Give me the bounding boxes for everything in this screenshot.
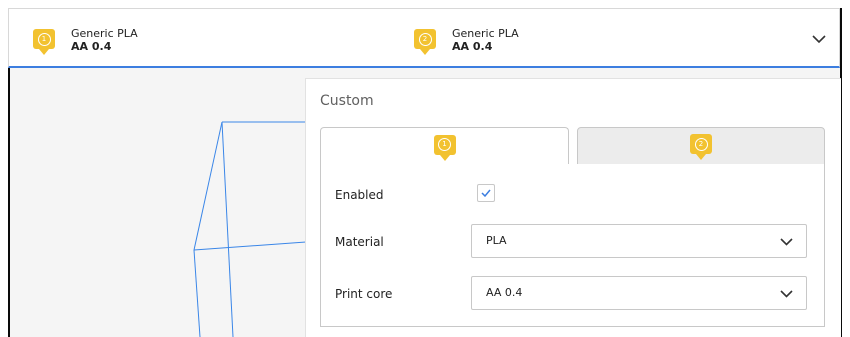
extruder-settings-body: Enabled Material PLA Print core AA 0.4 bbox=[320, 164, 825, 327]
panel-title: Custom bbox=[320, 93, 374, 109]
extruder-2-summary[interactable]: 2 Generic PLA AA 0.4 bbox=[414, 27, 519, 55]
tab-extruder-2[interactable]: 2 bbox=[577, 127, 825, 165]
chevron-down-icon bbox=[778, 234, 794, 250]
configuration-panel: Custom 1 2 Enabled Material PLA Print co… bbox=[305, 78, 841, 337]
extruder-2-core: AA 0.4 bbox=[452, 40, 493, 53]
extruder-1-core: AA 0.4 bbox=[71, 40, 112, 53]
extruder-2-material: Generic PLA bbox=[452, 27, 519, 40]
build-volume-viewport[interactable] bbox=[10, 70, 306, 337]
material-select[interactable]: PLA bbox=[471, 224, 807, 258]
print-core-label: Print core bbox=[335, 287, 393, 301]
extruder-1-badge-icon: 1 bbox=[33, 29, 55, 55]
extruder-2-badge-icon: 2 bbox=[414, 29, 436, 55]
print-core-select[interactable]: AA 0.4 bbox=[471, 276, 807, 310]
enabled-label: Enabled bbox=[335, 188, 384, 202]
checkmark-icon bbox=[481, 189, 491, 197]
extruder-1-tab-badge-icon: 1 bbox=[433, 134, 456, 161]
tab-extruder-1[interactable]: 1 bbox=[320, 127, 569, 165]
print-core-value: AA 0.4 bbox=[486, 286, 523, 299]
chevron-down-icon bbox=[778, 286, 794, 302]
extruder-2-tab-badge-icon: 2 bbox=[690, 134, 712, 160]
enabled-checkbox[interactable] bbox=[477, 184, 495, 202]
extruder-1-material: Generic PLA bbox=[71, 27, 138, 40]
extruder-1-summary[interactable]: 1 Generic PLA AA 0.4 bbox=[33, 27, 138, 55]
extruder-header-bar[interactable]: 1 Generic PLA AA 0.4 2 Generic PLA AA 0.… bbox=[8, 8, 840, 68]
material-value: PLA bbox=[486, 234, 507, 247]
extruder-tabs: 1 2 bbox=[320, 127, 825, 165]
material-label: Material bbox=[335, 235, 384, 249]
build-volume-wireframe bbox=[193, 121, 306, 337]
chevron-down-icon[interactable] bbox=[809, 29, 829, 49]
